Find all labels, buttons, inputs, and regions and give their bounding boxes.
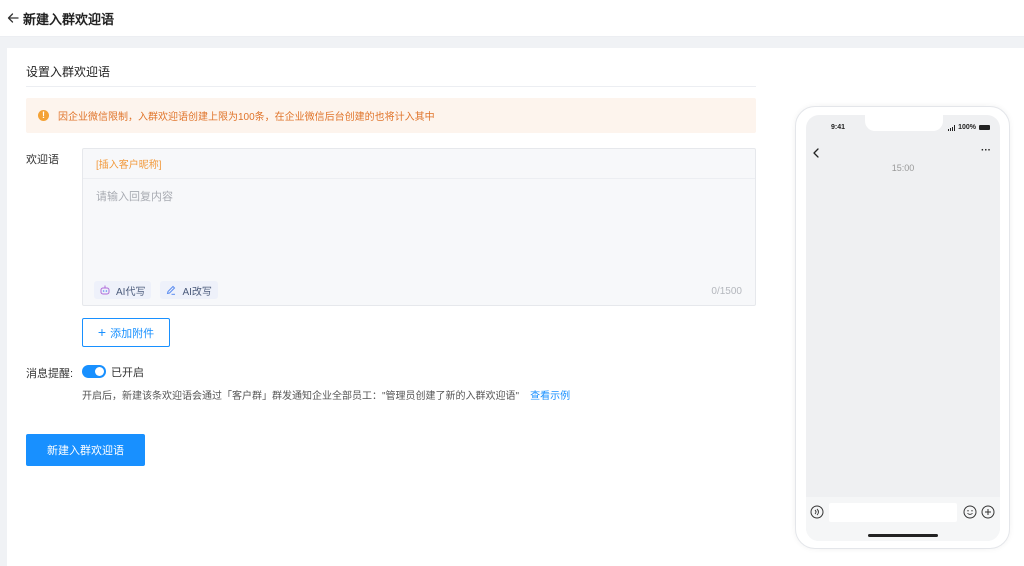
notify-status: 已开启 — [111, 367, 144, 379]
ai-tools: AI代写 AI改写 — [94, 281, 218, 299]
chat-timestamp: 15:00 — [891, 163, 915, 173]
signal-icon — [948, 124, 956, 131]
add-attachment-button[interactable]: + 添加附件 — [82, 318, 170, 347]
emoji-icon — [963, 505, 977, 524]
status-indicators: 100% — [948, 124, 990, 131]
welcome-label: 欢迎语 — [26, 154, 59, 166]
create-welcome-button[interactable]: 新建入群欢迎语 — [26, 434, 145, 466]
pen-icon — [165, 284, 177, 296]
notify-hint: 开启后，新建该条欢迎语会通过「客户群」群发通知企业全部员工："管理员创建了新的入… — [82, 391, 520, 402]
warning-icon: ! — [38, 110, 49, 121]
status-time: 9:41 — [831, 124, 846, 131]
chat-back-icon — [812, 145, 820, 163]
add-attachment-label: 添加附件 — [110, 327, 155, 340]
ai-rewrite-button[interactable]: AI改写 — [160, 281, 218, 299]
chat-input-box — [829, 503, 957, 522]
welcome-message-input[interactable] — [83, 180, 755, 272]
battery-icon — [979, 125, 990, 130]
alert-text: 因企业微信限制，入群欢迎语创建上限为100条，在企业微信后台创建的也将计入其中 — [58, 112, 435, 123]
toggle-knob — [95, 367, 104, 376]
welcome-editor: [插入客户昵称] AI代写 AI改写 0/1500 — [82, 148, 756, 306]
notify-toggle[interactable] — [82, 365, 106, 378]
back-arrow-icon[interactable] — [6, 11, 20, 25]
top-bar: 新建入群欢迎语 — [0, 0, 1024, 37]
voice-icon — [810, 505, 824, 524]
limit-alert: ! 因企业微信限制，入群欢迎语创建上限为100条，在企业微信后台创建的也将计入其… — [26, 98, 756, 133]
notify-hint-row: 开启后，新建该条欢迎语会通过「客户群」群发通知企业全部员工："管理员创建了新的入… — [82, 387, 570, 402]
phone-notch — [865, 115, 943, 131]
view-example-link[interactable]: 查看示例 — [530, 387, 570, 402]
home-indicator — [868, 534, 938, 537]
section-divider — [26, 86, 756, 87]
ai-rewrite-label: AI改写 — [182, 286, 212, 298]
ai-write-button[interactable]: AI代写 — [94, 281, 152, 299]
phone-screen: 9:41 100% ··· 15:00 — [806, 115, 1000, 541]
more-icon: ··· — [981, 145, 991, 156]
add-circle-icon — [981, 505, 995, 524]
insert-nickname-button[interactable]: [插入客户昵称] — [96, 156, 162, 171]
char-counter: 0/1500 — [711, 286, 742, 297]
notify-label: 消息提醒: — [26, 368, 74, 380]
ai-write-label: AI代写 — [116, 286, 146, 298]
section-title: 设置入群欢迎语 — [26, 65, 111, 79]
plus-icon: + — [97, 324, 107, 340]
editor-toolbar: [插入客户昵称] — [83, 149, 755, 179]
robot-icon — [99, 284, 111, 296]
battery-percent: 100% — [958, 124, 976, 131]
page-title: 新建入群欢迎语 — [23, 11, 115, 27]
phone-preview: 9:41 100% ··· 15:00 — [795, 106, 1010, 549]
